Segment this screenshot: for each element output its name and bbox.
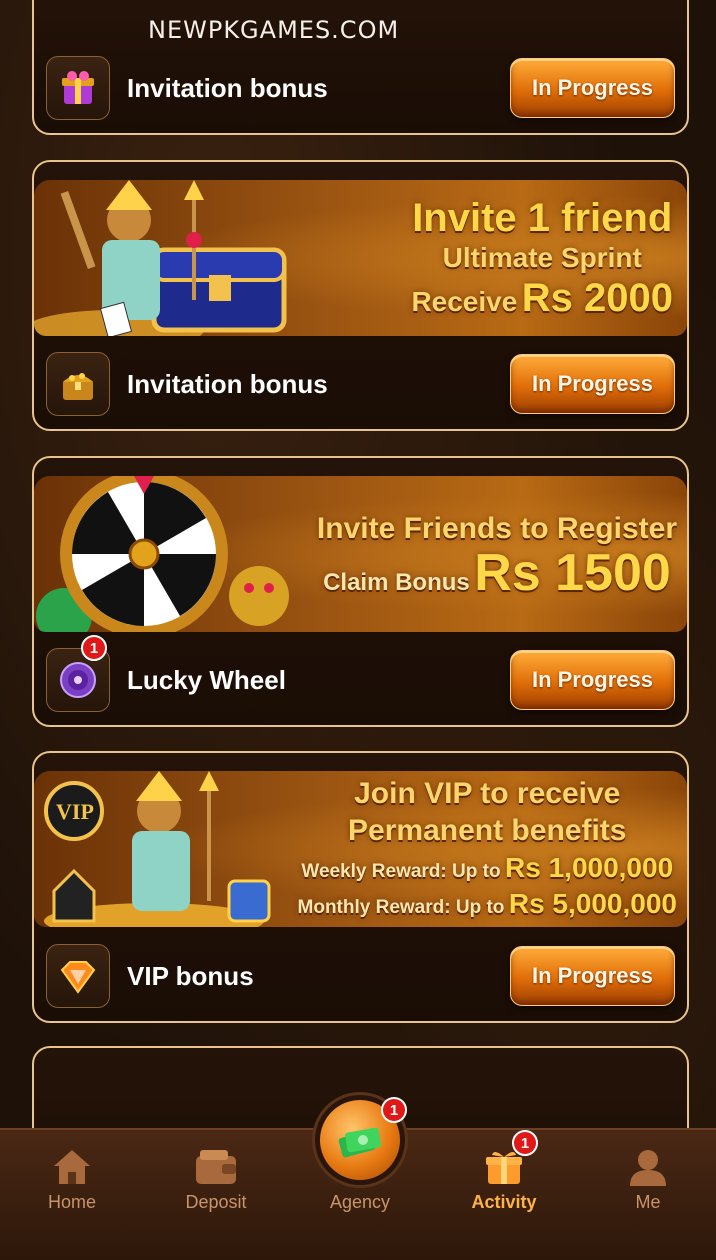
treasure-chest-icon bbox=[46, 352, 110, 416]
nav-deposit[interactable]: Deposit bbox=[161, 1146, 271, 1213]
nav-agency-label: Agency bbox=[329, 1192, 391, 1212]
nav-me-label: Me bbox=[635, 1192, 661, 1212]
gift-box-icon bbox=[46, 56, 110, 120]
prize-wheel-illustration bbox=[36, 476, 289, 632]
wallet-icon bbox=[194, 1146, 238, 1186]
vip-diamond-icon bbox=[46, 944, 110, 1008]
notification-badge: 1 bbox=[512, 1130, 538, 1156]
home-icon bbox=[52, 1146, 92, 1186]
card-label: Lucky Wheel bbox=[127, 664, 286, 695]
banner-amount: Rs 1500 bbox=[474, 544, 671, 602]
vip-banner[interactable]: VIP Join VIP to receive Permanent benefi… bbox=[34, 771, 687, 927]
banner-amount: Rs 2000 bbox=[521, 276, 673, 320]
site-watermark: NEWPKGAMES.COM bbox=[148, 16, 400, 44]
invitation-bonus-card: Invite 1 friend Ultimate Sprint Receive … bbox=[32, 160, 689, 431]
card-label: Invitation bonus bbox=[127, 72, 328, 103]
warrior-treasure-illustration bbox=[34, 180, 287, 336]
monthly-reward-amount: Rs 5,000,000 bbox=[508, 888, 677, 919]
monthly-reward-label: Monthly Reward: Up to bbox=[297, 897, 505, 918]
nav-deposit-label: Deposit bbox=[185, 1192, 247, 1212]
nav-home-label: Home bbox=[47, 1192, 96, 1212]
svg-text:VIP: VIP bbox=[56, 799, 94, 824]
card-label: Invitation bonus bbox=[127, 368, 328, 399]
in-progress-button[interactable]: In Progress bbox=[510, 650, 675, 710]
banner-receive-label: Receive bbox=[411, 286, 518, 317]
banner-subheadline: Permanent benefits bbox=[348, 814, 627, 847]
weekly-reward-amount: Rs 1,000,000 bbox=[505, 852, 674, 883]
vip-bonus-card: VIP Join VIP to receive Permanent benefi… bbox=[32, 751, 689, 1023]
banner-claim-label: Claim Bonus bbox=[323, 569, 470, 596]
banner-headline: Invite Friends to Register bbox=[316, 512, 677, 545]
vip-warrior-illustration: VIP bbox=[44, 771, 271, 927]
lucky-wheel-banner[interactable]: Invite Friends to Register Claim Bonus R… bbox=[34, 476, 687, 632]
nav-activity[interactable]: 1 Activity bbox=[449, 1130, 559, 1213]
banner-headline: Invite 1 friend bbox=[412, 196, 673, 240]
lucky-wheel-card: Invite Friends to Register Claim Bonus R… bbox=[32, 456, 689, 727]
card-label: VIP bonus bbox=[127, 960, 254, 991]
user-icon bbox=[628, 1146, 668, 1186]
invite-friend-banner[interactable]: Invite 1 friend Ultimate Sprint Receive … bbox=[34, 180, 687, 336]
wheel-icon: 1 bbox=[46, 635, 110, 712]
gift-icon: 1 bbox=[484, 1130, 538, 1186]
notification-badge: 1 bbox=[81, 635, 107, 661]
nav-me[interactable]: Me bbox=[593, 1146, 703, 1213]
in-progress-button[interactable]: In Progress bbox=[510, 354, 675, 414]
notification-badge: 1 bbox=[381, 1097, 407, 1123]
banner-headline: Join VIP to receive bbox=[354, 777, 621, 810]
weekly-reward-label: Weekly Reward: Up to bbox=[301, 861, 501, 882]
nav-agency[interactable]: 1 bbox=[312, 1092, 408, 1188]
nav-activity-label: Activity bbox=[471, 1192, 537, 1212]
nav-home[interactable]: Home bbox=[17, 1146, 127, 1213]
in-progress-button[interactable]: In Progress bbox=[510, 946, 675, 1006]
banner-subheadline: Ultimate Sprint bbox=[442, 242, 642, 273]
in-progress-button[interactable]: In Progress bbox=[510, 58, 675, 118]
